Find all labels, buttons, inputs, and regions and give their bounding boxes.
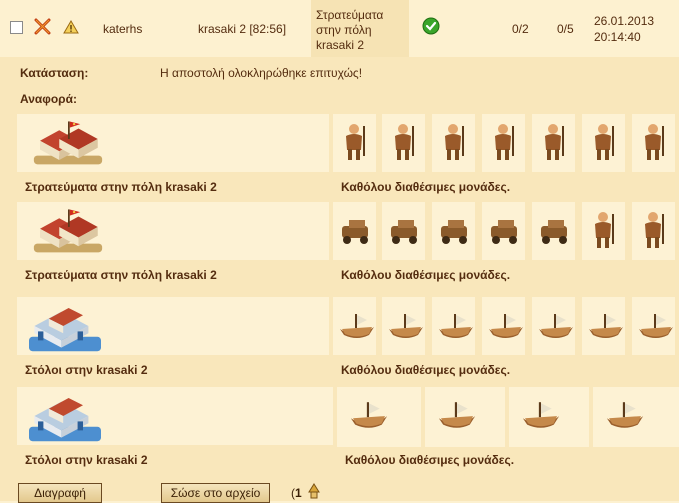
availability-text: Καθόλου διαθέσιμες μονάδες. [341,180,511,194]
swordsman-icon [333,114,376,172]
warning-icon [63,20,79,37]
spearman-icon [532,114,575,172]
message-sender[interactable]: katerhs [103,22,142,36]
ram-ship-icon [333,297,376,355]
tender-icon [593,387,679,447]
availability-text: Καθόλου διαθέσιμες μονάδες. [345,453,515,467]
balloon-bombardier-icon [532,202,575,260]
section-caption: Στόλοι στην krasaki 2 [25,453,148,467]
message-count-1: 0/2 [512,22,529,36]
town-icon [33,117,103,167]
save-to-archive-button[interactable]: Σώσε στο αρχείο [161,483,270,503]
catapult-icon [382,202,425,260]
message-datetime: 26.01.2013 20:14:40 [594,13,654,45]
pagination: (1 [291,486,302,500]
subject-line: Στρατεύματα [316,8,384,22]
status-text: Η αποστολή ολοκληρώθηκε επιτυχώς! [160,66,363,80]
report-label: Αναφορά: [20,92,77,106]
sulphur-carabineer-icon [482,114,525,172]
success-check-icon [422,17,440,38]
message-date: 26.01.2013 [594,14,655,28]
rocket-ship-icon [632,297,675,355]
pager-page[interactable]: 1 [295,486,302,500]
availability-text: Καθόλου διαθέσιμες μονάδες. [341,363,511,377]
gyrocopter-icon [482,202,525,260]
message-target[interactable]: krasaki 2 [82:56] [198,22,286,36]
ballista-ship-icon [482,297,525,355]
steam-ram-icon [432,297,475,355]
steam-giant-icon [432,202,475,260]
submarine-icon [337,387,421,447]
delete-button[interactable]: Διαγραφή [18,483,102,503]
crossed-swords-icon [34,18,51,38]
mortar-ship-icon [582,297,625,355]
subject-line: στην πόλη [316,23,372,37]
message-count-2: 0/5 [557,22,574,36]
fleet-image-cell [17,297,329,355]
paddle-speedboat-icon [425,387,505,447]
message-time: 20:14:40 [594,30,641,44]
catapult-ship-icon [532,297,575,355]
select-checkbox[interactable] [10,21,23,34]
fleet-image-cell [17,387,333,445]
mortar-icon [632,114,675,172]
slinger-icon [382,114,425,172]
subject-line: krasaki 2 [316,38,365,52]
town-icon [33,205,103,255]
section-caption: Στόλοι στην krasaki 2 [25,363,148,377]
flamethrower-ship-icon [382,297,425,355]
port-icon [29,299,101,353]
message-subject[interactable]: Στρατεύματα στην πόλη krasaki 2 [311,0,409,57]
archer-icon [582,114,625,172]
port-icon [29,389,101,443]
message-row[interactable]: katerhs krasaki 2 [82:56] Στρατεύματα στ… [0,0,679,57]
status-label: Κατάσταση: [20,66,89,80]
doctor-icon [632,202,675,260]
hoplite-icon [432,114,475,172]
balloon-carrier-icon [509,387,589,447]
battering-ram-icon [333,202,376,260]
town-image-cell [17,202,329,260]
town-image-cell [17,114,329,172]
availability-text: Καθόλου διαθέσιμες μονάδες. [341,268,511,282]
pager-arrow-icon[interactable] [307,482,321,503]
section-caption: Στρατεύματα στην πόλη krasaki 2 [25,180,217,194]
cook-icon [582,202,625,260]
message-details: Κατάσταση: Η αποστολή ολοκληρώθηκε επιτυ… [0,57,679,501]
section-caption: Στρατεύματα στην πόλη krasaki 2 [25,268,217,282]
